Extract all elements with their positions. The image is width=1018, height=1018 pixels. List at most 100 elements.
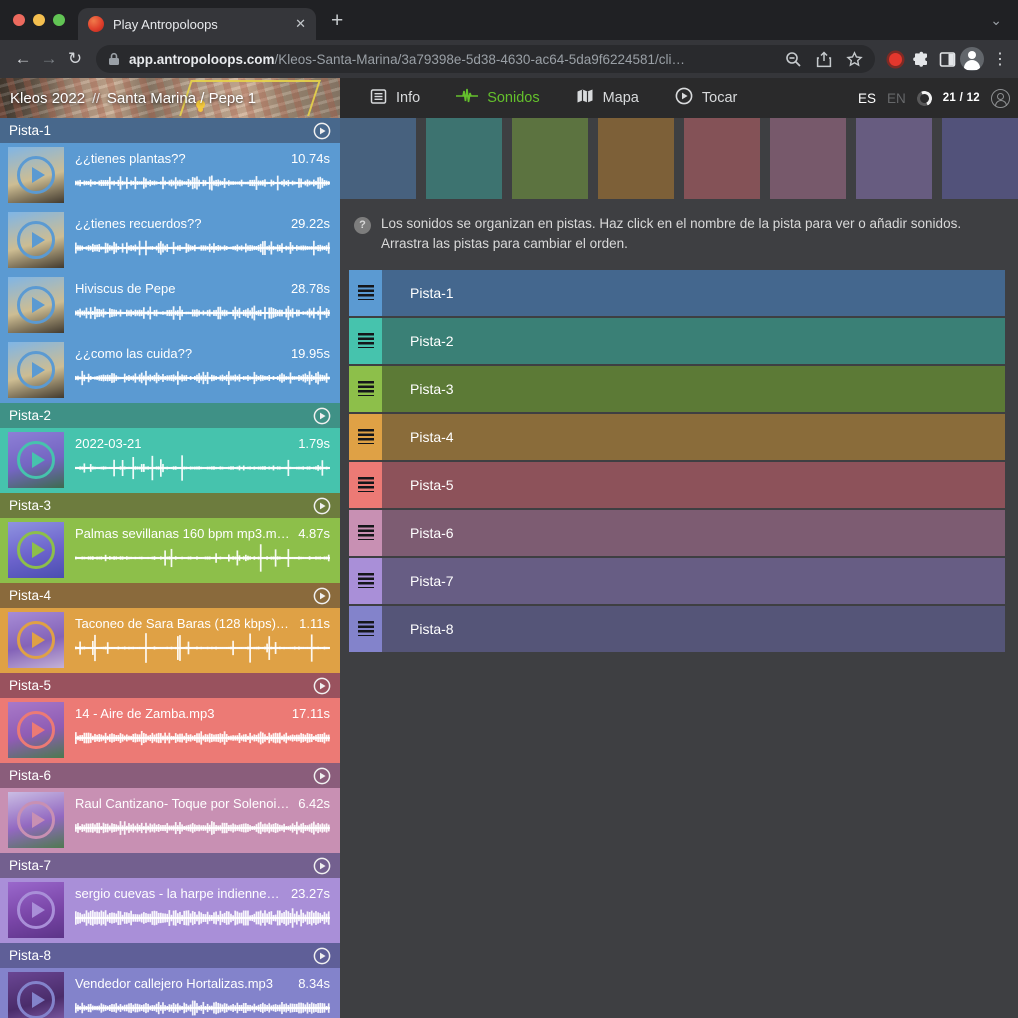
track-row[interactable]: Pista-4: [349, 414, 1005, 460]
forward-button[interactable]: →: [36, 46, 62, 72]
sound-play-icon[interactable]: [17, 156, 55, 194]
drag-handle[interactable]: [349, 366, 382, 412]
sound-thumbnail[interactable]: [8, 612, 64, 668]
sound-thumbnail[interactable]: [8, 792, 64, 848]
track-row[interactable]: Pista-1: [349, 270, 1005, 316]
track-row-bar[interactable]: Pista-8: [382, 606, 1005, 652]
sound-thumbnail[interactable]: [8, 342, 64, 398]
sound-play-icon[interactable]: [17, 351, 55, 389]
nav-item-sonidos[interactable]: Sonidos: [456, 88, 539, 108]
drag-handle[interactable]: [349, 318, 382, 364]
sound-play-icon[interactable]: [17, 531, 55, 569]
sound-item[interactable]: 14 - Aire de Zamba.mp3 17.11s: [0, 698, 340, 763]
track-section-header[interactable]: Pista-6: [0, 763, 340, 788]
track-row[interactable]: Pista-3: [349, 366, 1005, 412]
track-play-icon[interactable]: [313, 122, 331, 140]
track-row[interactable]: Pista-6: [349, 510, 1005, 556]
track-play-icon[interactable]: [313, 857, 331, 875]
track-row-bar[interactable]: Pista-5: [382, 462, 1005, 508]
sound-item[interactable]: Hiviscus de Pepe 28.78s: [0, 273, 340, 338]
track-row[interactable]: Pista-2: [349, 318, 1005, 364]
sound-item[interactable]: ¿¿tienes plantas?? 10.74s: [0, 143, 340, 208]
address-bar[interactable]: app.antropoloops.com/Kleos-Santa-Marina/…: [96, 45, 875, 73]
sound-item[interactable]: ¿¿tienes recuerdos?? 29.22s: [0, 208, 340, 273]
browser-tab[interactable]: Play Antropoloops ✕: [78, 8, 316, 40]
track-row-bar[interactable]: Pista-6: [382, 510, 1005, 556]
recording-extension-icon[interactable]: [889, 53, 902, 66]
sound-play-icon[interactable]: [17, 221, 55, 259]
sound-play-icon[interactable]: [17, 801, 55, 839]
side-panel-icon[interactable]: [934, 46, 960, 72]
extensions-puzzle-icon[interactable]: [908, 46, 934, 72]
drag-handle[interactable]: [349, 558, 382, 604]
close-window-button[interactable]: [13, 14, 25, 26]
drag-handle[interactable]: [349, 270, 382, 316]
track-play-icon[interactable]: [313, 767, 331, 785]
track-play-icon[interactable]: [313, 677, 331, 695]
zoom-window-button[interactable]: [53, 14, 65, 26]
track-row-bar[interactable]: Pista-3: [382, 366, 1005, 412]
sound-thumbnail[interactable]: [8, 147, 64, 203]
track-row-bar[interactable]: Pista-2: [382, 318, 1005, 364]
tab-close-icon[interactable]: ✕: [295, 16, 306, 32]
sound-item[interactable]: 2022-03-21 1.79s: [0, 428, 340, 493]
sound-play-icon[interactable]: [17, 711, 55, 749]
track-play-icon[interactable]: [313, 497, 331, 515]
track-play-icon[interactable]: [313, 407, 331, 425]
sound-play-icon[interactable]: [17, 286, 55, 324]
nav-item-mapa[interactable]: Mapa: [576, 88, 639, 108]
tab-search-chevron-icon[interactable]: ⌄: [990, 12, 1002, 29]
sound-thumbnail[interactable]: [8, 882, 64, 938]
track-play-icon[interactable]: [313, 587, 331, 605]
sound-thumbnail[interactable]: [8, 702, 64, 758]
sound-item[interactable]: Vendedor callejero Hortalizas.mp3 8.34s: [0, 968, 340, 1018]
sound-item[interactable]: Raul Cantizano- Toque por Solenoide.mp3 …: [0, 788, 340, 853]
sound-play-icon[interactable]: [17, 981, 55, 1018]
sound-play-icon[interactable]: [17, 621, 55, 659]
lang-es-button[interactable]: ES: [858, 91, 876, 106]
drag-handle[interactable]: [349, 414, 382, 460]
zoom-icon[interactable]: [785, 51, 802, 68]
track-row-bar[interactable]: Pista-7: [382, 558, 1005, 604]
browser-menu-icon[interactable]: ⋮: [992, 49, 1008, 69]
track-row-bar[interactable]: Pista-4: [382, 414, 1005, 460]
sound-thumbnail[interactable]: [8, 522, 64, 578]
share-icon[interactable]: [816, 51, 832, 68]
track-section-header[interactable]: Pista-3: [0, 493, 340, 518]
browser-profile-avatar[interactable]: [960, 47, 984, 71]
breadcrumb-project[interactable]: Kleos 2022: [10, 90, 85, 107]
sound-item[interactable]: Taconeo de Sara Baras (128 kbps).mp3 1.1…: [0, 608, 340, 673]
track-row[interactable]: Pista-8: [349, 606, 1005, 652]
sound-thumbnail[interactable]: [8, 972, 64, 1018]
track-play-icon[interactable]: [313, 947, 331, 965]
minimize-window-button[interactable]: [33, 14, 45, 26]
sound-play-icon[interactable]: [17, 891, 55, 929]
sound-item[interactable]: ¿¿como las cuida?? 19.95s: [0, 338, 340, 403]
account-icon[interactable]: [991, 89, 1010, 108]
nav-item-tocar[interactable]: Tocar: [675, 87, 737, 109]
drag-handle[interactable]: [349, 510, 382, 556]
track-row-bar[interactable]: Pista-1: [382, 270, 1005, 316]
track-row[interactable]: Pista-5: [349, 462, 1005, 508]
track-section-header[interactable]: Pista-5: [0, 673, 340, 698]
back-button[interactable]: ←: [10, 46, 36, 72]
reload-button[interactable]: ↻: [62, 46, 88, 72]
new-tab-button[interactable]: +: [331, 9, 343, 33]
bookmark-star-icon[interactable]: [846, 51, 863, 68]
sound-item[interactable]: sergio cuevas - la harpe indienne - 03 -…: [0, 878, 340, 943]
track-section-header[interactable]: Pista-4: [0, 583, 340, 608]
sound-thumbnail[interactable]: [8, 212, 64, 268]
project-map-banner[interactable]: Kleos 2022 // Santa Marina / Pepe 1: [0, 78, 340, 118]
sound-item[interactable]: Palmas sevillanas 160 bpm mp3.mp3 4.87s: [0, 518, 340, 583]
track-section-header[interactable]: Pista-2: [0, 403, 340, 428]
sound-play-icon[interactable]: [17, 441, 55, 479]
lang-en-button[interactable]: EN: [887, 91, 906, 106]
drag-handle[interactable]: [349, 462, 382, 508]
track-row[interactable]: Pista-7: [349, 558, 1005, 604]
sound-thumbnail[interactable]: [8, 277, 64, 333]
sound-thumbnail[interactable]: [8, 432, 64, 488]
track-section-header[interactable]: Pista-1: [0, 118, 340, 143]
track-section-header[interactable]: Pista-7: [0, 853, 340, 878]
track-section-header[interactable]: Pista-8: [0, 943, 340, 968]
drag-handle[interactable]: [349, 606, 382, 652]
